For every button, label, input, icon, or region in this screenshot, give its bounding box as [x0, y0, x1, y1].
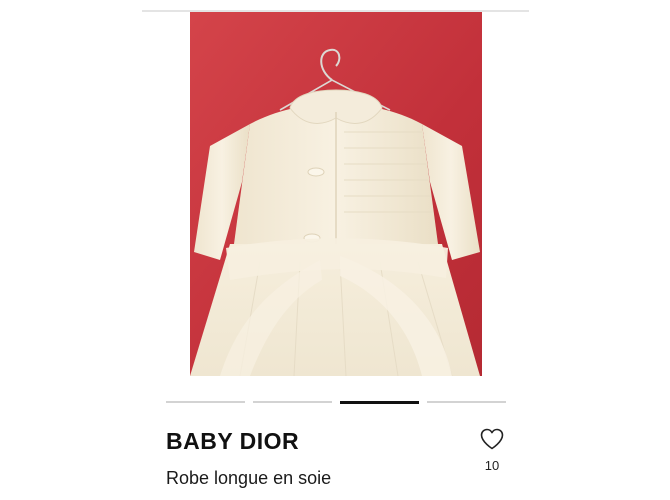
carousel-dot-3-active[interactable]: [340, 401, 419, 404]
product-card: BABY DIOR Robe longue en soie 10: [0, 0, 670, 500]
heart-outline-icon: [476, 428, 508, 450]
dress-illustration: [190, 12, 482, 376]
like-count: 10: [484, 458, 500, 473]
carousel-dot-4[interactable]: [427, 401, 506, 403]
product-description[interactable]: Robe longue en soie: [166, 468, 331, 489]
product-brand[interactable]: BABY DIOR: [166, 428, 299, 455]
like-button[interactable]: 10: [476, 428, 508, 484]
product-photo[interactable]: [190, 12, 482, 376]
image-carousel-indicator: [166, 401, 506, 404]
carousel-dot-2[interactable]: [253, 401, 332, 403]
carousel-dot-1[interactable]: [166, 401, 245, 403]
